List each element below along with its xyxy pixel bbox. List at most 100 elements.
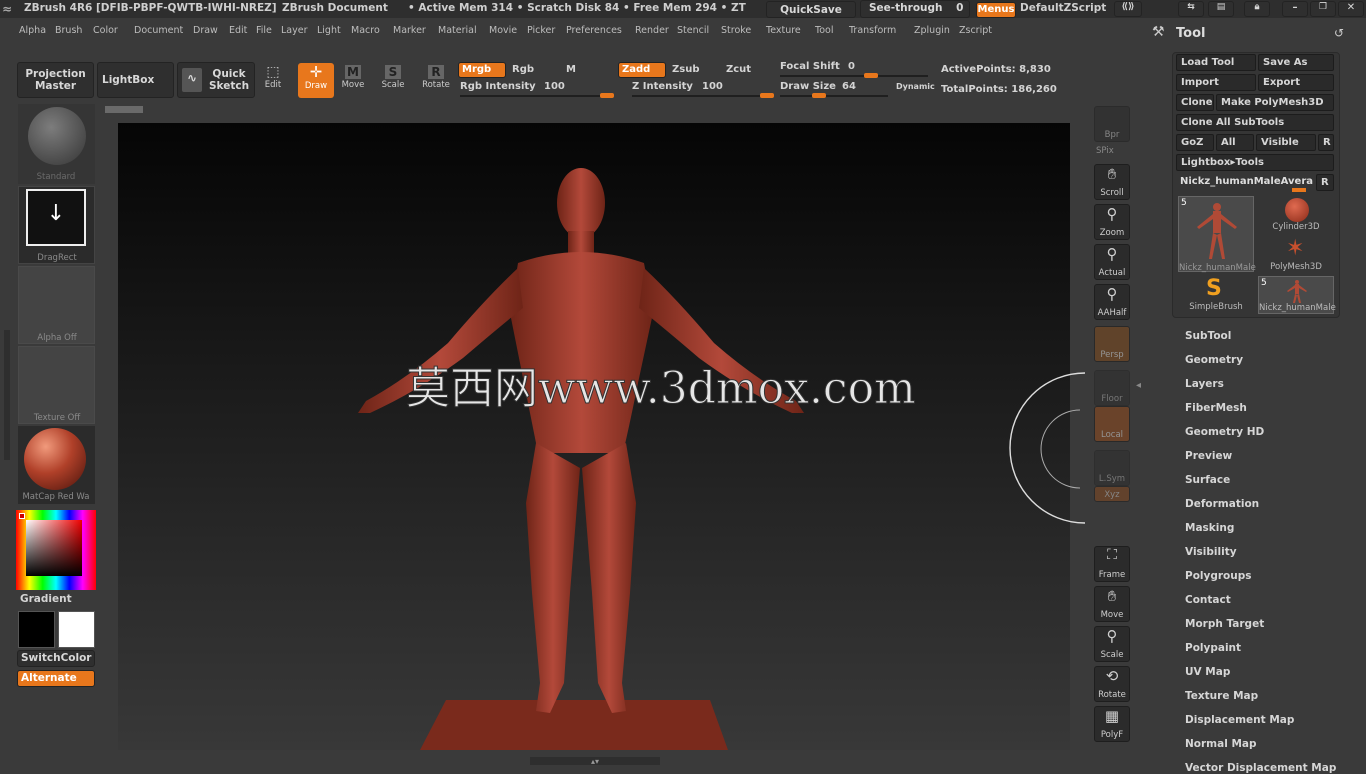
section-texture-map[interactable]: Texture Map bbox=[1185, 690, 1258, 702]
visible-button[interactable]: Visible bbox=[1256, 134, 1316, 151]
maximize-icon[interactable]: ❐ bbox=[1310, 1, 1336, 17]
menu-file[interactable]: File bbox=[256, 25, 272, 36]
frame-button[interactable]: ⛶ Frame bbox=[1094, 546, 1130, 582]
texture-picker[interactable]: Texture Off bbox=[18, 346, 95, 424]
section-polypaint[interactable]: Polypaint bbox=[1185, 642, 1241, 654]
section-surface[interactable]: Surface bbox=[1185, 474, 1230, 486]
menu-light[interactable]: Light bbox=[317, 25, 341, 36]
clone-button[interactable]: Clone bbox=[1176, 94, 1214, 111]
bottom-tray-handle[interactable]: ▴▾ bbox=[530, 757, 660, 766]
bpr-button[interactable]: Bpr bbox=[1094, 106, 1130, 142]
close-icon[interactable]: ✕ bbox=[1338, 1, 1364, 17]
section-preview[interactable]: Preview bbox=[1185, 450, 1232, 462]
alternate-button[interactable]: Alternate bbox=[17, 670, 95, 687]
menu-document[interactable]: Document bbox=[134, 25, 183, 36]
document-canvas[interactable]: 莫西网www.3dmox.com bbox=[118, 123, 1070, 750]
section-layers[interactable]: Layers bbox=[1185, 378, 1224, 390]
layout-icon[interactable]: ⇆ bbox=[1178, 1, 1204, 17]
menu-zscript[interactable]: Zscript bbox=[959, 25, 992, 36]
section-normal-map[interactable]: Normal Map bbox=[1185, 738, 1257, 750]
save-ui-icon[interactable]: ▤ bbox=[1208, 1, 1234, 17]
material-picker[interactable]: MatCap Red Wa bbox=[18, 426, 95, 504]
menu-stencil[interactable]: Stencil bbox=[677, 25, 709, 36]
menu-picker[interactable]: Picker bbox=[527, 25, 555, 36]
menu-color[interactable]: Color bbox=[93, 25, 118, 36]
gradient-toggle[interactable]: Gradient bbox=[20, 593, 72, 605]
section-subtool[interactable]: SubTool bbox=[1185, 330, 1231, 342]
menu-movie[interactable]: Movie bbox=[489, 25, 517, 36]
menu-zplugin[interactable]: Zplugin bbox=[914, 25, 950, 36]
tool-thumb-cylinder3d[interactable]: Cylinder3D bbox=[1258, 196, 1334, 232]
color-square[interactable] bbox=[26, 520, 82, 576]
scale-view-button[interactable]: ⚲ Scale bbox=[1094, 626, 1130, 662]
move-view-button[interactable]: ✋︎ Move bbox=[1094, 586, 1130, 622]
section-polygroups[interactable]: Polygroups bbox=[1185, 570, 1252, 582]
zadd-button[interactable]: Zadd bbox=[618, 62, 666, 78]
scroll-icon[interactable]: ⟪⟫ bbox=[1114, 1, 1142, 17]
projection-master-button[interactable]: Projection Master bbox=[17, 62, 94, 98]
aahalf-button[interactable]: ⚲ AAHalf bbox=[1094, 284, 1130, 320]
section-geometry-hd[interactable]: Geometry HD bbox=[1185, 426, 1264, 438]
make-polymesh-button[interactable]: Make PolyMesh3D bbox=[1216, 94, 1334, 111]
export-button[interactable]: Export bbox=[1258, 74, 1334, 91]
section-geometry[interactable]: Geometry bbox=[1185, 354, 1243, 366]
section-morph-target[interactable]: Morph Target bbox=[1185, 618, 1264, 630]
save-as-button[interactable]: Save As bbox=[1258, 54, 1334, 71]
lock-icon[interactable]: 🔒︎ bbox=[1244, 1, 1270, 17]
clone-all-subtools-button[interactable]: Clone All SubTools bbox=[1176, 114, 1334, 131]
section-vector-displacement-map[interactable]: Vector Displacement Map bbox=[1185, 762, 1336, 774]
menu-texture[interactable]: Texture bbox=[766, 25, 801, 36]
focal-shift-slider[interactable]: Focal Shift 0 bbox=[780, 61, 930, 78]
m-button[interactable]: M bbox=[566, 64, 576, 75]
section-masking[interactable]: Masking bbox=[1185, 522, 1234, 534]
section-displacement-map[interactable]: Displacement Map bbox=[1185, 714, 1294, 726]
goz-all-button[interactable]: All bbox=[1216, 134, 1254, 151]
menu-tool[interactable]: Tool bbox=[815, 25, 833, 36]
alpha-picker[interactable]: Alpha Off bbox=[18, 266, 95, 344]
default-zscript[interactable]: DefaultZScript bbox=[1020, 2, 1106, 14]
navigation-gyro[interactable] bbox=[1000, 370, 1090, 530]
section-deformation[interactable]: Deformation bbox=[1185, 498, 1259, 510]
menu-preferences[interactable]: Preferences bbox=[566, 25, 622, 36]
import-button[interactable]: Import bbox=[1176, 74, 1256, 91]
menus-toggle[interactable]: Menus bbox=[976, 2, 1016, 18]
tool-r-button[interactable]: R bbox=[1316, 174, 1334, 191]
menu-macro[interactable]: Macro bbox=[351, 25, 380, 36]
xyz-button[interactable]: Xyz bbox=[1094, 486, 1130, 502]
tool-thumb-human-male[interactable]: 5 Nickz_humanMale bbox=[1178, 196, 1256, 273]
color-picker[interactable] bbox=[16, 510, 96, 590]
move-button[interactable]: M Move bbox=[338, 64, 368, 96]
z-intensity-slider[interactable]: Z Intensity 100 bbox=[632, 81, 776, 98]
main-color-swatch[interactable] bbox=[18, 611, 55, 648]
actual-button[interactable]: ⚲ Actual bbox=[1094, 244, 1130, 280]
draw-size-slider[interactable]: Draw Size 64 Dynamic bbox=[780, 81, 936, 98]
floor-button[interactable]: Floor bbox=[1094, 370, 1130, 406]
stroke-picker[interactable]: ↓ DragRect bbox=[18, 186, 95, 264]
polyf-button[interactable]: ▦ PolyF bbox=[1094, 706, 1130, 742]
menu-alpha[interactable]: Alpha bbox=[19, 25, 46, 36]
rotate-view-button[interactable]: ⟲ Rotate bbox=[1094, 666, 1130, 702]
edit-button[interactable]: ⬚ Edit bbox=[262, 64, 284, 96]
rgb-button[interactable]: Rgb bbox=[512, 64, 534, 75]
menu-render[interactable]: Render bbox=[635, 25, 669, 36]
draw-button[interactable]: ✛ Draw bbox=[298, 63, 334, 98]
brush-picker[interactable]: Standard bbox=[18, 104, 95, 184]
persp-button[interactable]: Persp bbox=[1094, 326, 1130, 362]
zoom-button[interactable]: ⚲ Zoom bbox=[1094, 204, 1130, 240]
menu-draw[interactable]: Draw bbox=[193, 25, 218, 36]
scroll-button[interactable]: ✋︎ Scroll bbox=[1094, 164, 1130, 200]
see-through-slider[interactable]: See-through 0 bbox=[860, 0, 970, 18]
dynamic-button[interactable]: Dynamic bbox=[896, 82, 935, 91]
secondary-color-swatch[interactable] bbox=[58, 611, 95, 648]
minimize-icon[interactable]: – bbox=[1282, 1, 1308, 17]
local-button[interactable]: Local bbox=[1094, 406, 1130, 442]
tool-thumb-human-male-2[interactable]: 5 Nickz_humanMale bbox=[1258, 276, 1336, 314]
section-uv-map[interactable]: UV Map bbox=[1185, 666, 1230, 678]
rgb-intensity-slider[interactable]: Rgb Intensity 100 bbox=[460, 81, 616, 98]
menu-material[interactable]: Material bbox=[438, 25, 477, 36]
zcut-button[interactable]: Zcut bbox=[726, 64, 751, 75]
canvas-scroll-handle[interactable] bbox=[105, 106, 143, 113]
rotate-button[interactable]: R Rotate bbox=[420, 64, 452, 96]
quicksave-button[interactable]: QuickSave bbox=[766, 1, 856, 18]
lightbox-tools-button[interactable]: Lightbox▸Tools bbox=[1176, 154, 1334, 171]
